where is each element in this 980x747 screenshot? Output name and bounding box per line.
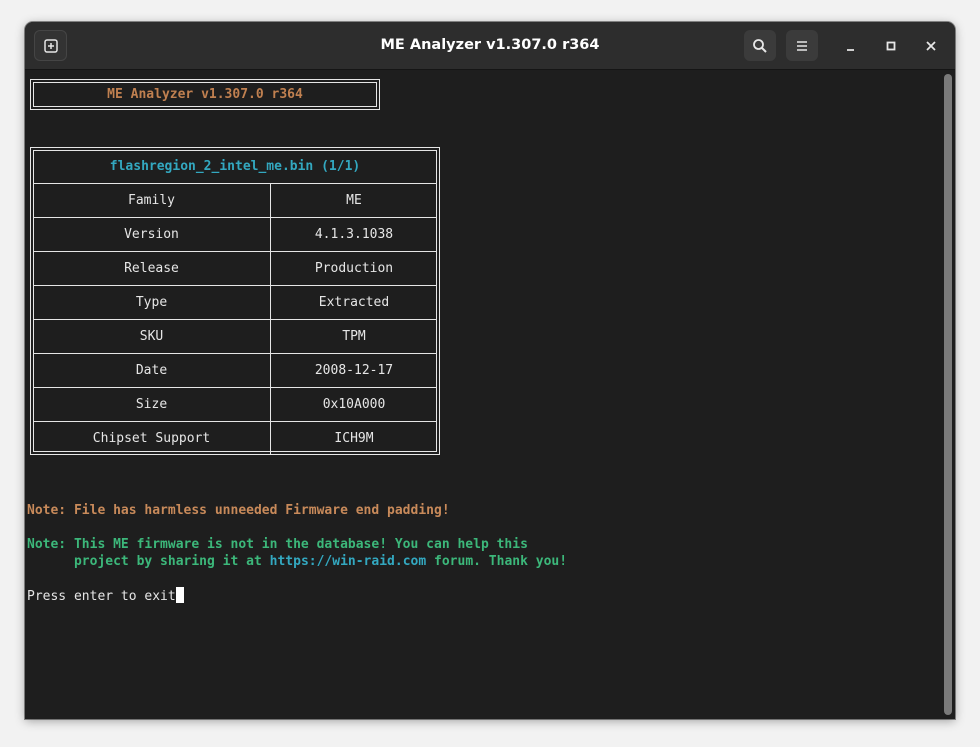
new-tab-icon xyxy=(43,38,58,53)
row-key: Family xyxy=(33,184,271,217)
row-key: Date xyxy=(33,354,271,387)
row-value: Production xyxy=(314,261,394,276)
database-note-line2: project by sharing it at https://win-rai… xyxy=(27,553,567,570)
minimize-icon xyxy=(847,49,854,51)
row-value: ME xyxy=(346,193,362,208)
title-bar: ME Analyzer v1.307.0 r364 xyxy=(25,22,955,70)
row-key: Size xyxy=(33,388,271,421)
exit-prompt[interactable]: Press enter to exit xyxy=(27,587,184,605)
table-row: Type Extracted xyxy=(33,286,437,320)
table-row: Chipset Support ICH9M xyxy=(33,422,437,456)
row-value: 0x10A000 xyxy=(322,397,386,412)
app-header-text: ME Analyzer v1.307.0 r364 xyxy=(33,82,377,107)
table-row: SKU TPM xyxy=(33,320,437,354)
database-note-line1: Note: This ME firmware is not in the dat… xyxy=(27,537,528,552)
new-tab-button[interactable] xyxy=(34,30,67,61)
table-row: Size 0x10A000 xyxy=(33,388,437,422)
close-icon xyxy=(926,41,936,51)
table-row: Family ME xyxy=(33,184,437,218)
text-cursor xyxy=(175,587,184,603)
search-button[interactable] xyxy=(744,30,776,61)
minimize-button[interactable] xyxy=(841,36,861,56)
win-raid-link[interactable]: https://win-raid.com xyxy=(270,554,427,569)
search-icon xyxy=(753,38,767,53)
menu-button[interactable] xyxy=(786,30,818,61)
table-row: Release Production xyxy=(33,252,437,286)
table-title: flashregion_2_intel_me.bin (1/1) xyxy=(109,159,361,174)
terminal-window: ME Analyzer v1.307.0 r364 ME Analyzer v1… xyxy=(25,22,955,719)
hamburger-menu-icon xyxy=(797,40,807,51)
terminal-output[interactable]: ME Analyzer v1.307.0 r364 flashregion_2_… xyxy=(25,70,939,719)
table-title-row: flashregion_2_intel_me.bin (1/1) xyxy=(33,150,437,184)
scrollbar-thumb[interactable] xyxy=(944,74,952,715)
row-value: ICH9M xyxy=(334,431,374,446)
table-row: Date 2008-12-17 xyxy=(33,354,437,388)
row-value: Extracted xyxy=(318,295,390,310)
row-value: 2008-12-17 xyxy=(314,363,394,378)
close-button[interactable] xyxy=(921,36,941,56)
row-key: Type xyxy=(33,286,271,319)
maximize-icon xyxy=(886,41,896,51)
padding-note: Note: File has harmless unneeded Firmwar… xyxy=(27,503,450,518)
exit-prompt-text: Press enter to exit xyxy=(27,589,176,604)
row-key: Chipset Support xyxy=(33,422,271,455)
row-key: Release xyxy=(33,252,271,285)
app-header-box: ME Analyzer v1.307.0 r364 xyxy=(30,79,380,110)
database-note-prefix: project by sharing it at xyxy=(27,554,270,569)
row-value: TPM xyxy=(342,329,366,344)
firmware-info-table: flashregion_2_intel_me.bin (1/1) Family … xyxy=(30,147,440,455)
row-key: Version xyxy=(33,218,271,251)
table-row: Version 4.1.3.1038 xyxy=(33,218,437,252)
maximize-button[interactable] xyxy=(881,36,901,56)
database-note-suffix: forum. Thank you! xyxy=(426,554,568,569)
row-key: SKU xyxy=(33,320,271,353)
scrollbar[interactable] xyxy=(941,70,955,719)
row-value: 4.1.3.1038 xyxy=(314,227,394,242)
